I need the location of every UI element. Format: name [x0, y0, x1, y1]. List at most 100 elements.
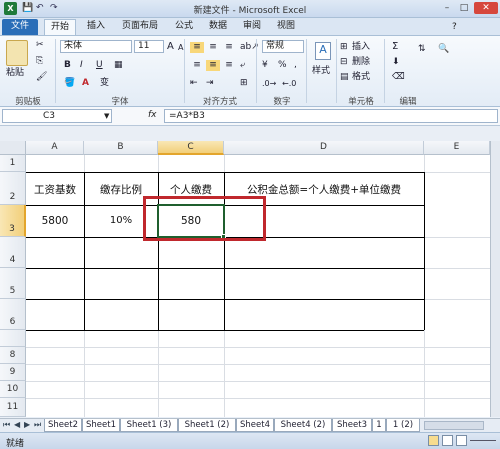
autosum-button[interactable]: Σ	[392, 41, 398, 52]
fill-color-icon[interactable]: 🪣	[64, 78, 75, 89]
tab-insert[interactable]: 插入	[82, 19, 110, 35]
zoom-slider[interactable]	[470, 440, 496, 441]
formula-input[interactable]: =A3*B3	[164, 109, 498, 123]
column-header-c[interactable]: C	[158, 141, 224, 155]
redo-icon[interactable]: ↷	[50, 3, 58, 13]
merge-center-icon[interactable]: ⊞	[240, 78, 248, 89]
cell-b2[interactable]: 缴存比例	[84, 182, 158, 197]
select-all-corner[interactable]	[0, 141, 26, 155]
sheet-tab[interactable]: Sheet3	[332, 419, 372, 432]
format-painter-icon[interactable]: 🖌	[36, 72, 47, 83]
copy-icon[interactable]: ⎘	[36, 56, 43, 67]
prev-sheet-icon[interactable]: ◀	[14, 420, 20, 429]
cell-a2[interactable]: 工资基数	[26, 182, 84, 197]
column-header-d[interactable]: D	[224, 141, 424, 155]
decrease-decimal-icon[interactable]: ←.0	[282, 78, 296, 89]
tab-home[interactable]: 开始	[44, 19, 76, 35]
align-bottom-icon[interactable]: ≡	[222, 42, 236, 53]
tab-formulas[interactable]: 公式	[170, 19, 198, 35]
row-header-10[interactable]: 10	[0, 381, 26, 398]
page-layout-view-icon[interactable]	[442, 435, 453, 446]
phonetic-icon[interactable]: 变	[100, 78, 109, 89]
undo-icon[interactable]: ↶	[36, 3, 44, 13]
column-header-e[interactable]: E	[424, 141, 490, 155]
insert-cells-icon[interactable]: ⊞	[340, 42, 348, 53]
row-header-11[interactable]: 11	[0, 398, 26, 417]
italic-button[interactable]: I	[80, 60, 83, 71]
font-name-select[interactable]: 宋体	[60, 40, 132, 53]
row-header-2[interactable]: 2	[0, 172, 26, 205]
minimize-button[interactable]: –	[440, 2, 454, 14]
find-select-icon[interactable]: 🔍	[438, 44, 449, 55]
sheet-tab[interactable]: Sheet2	[44, 419, 82, 432]
column-header-b[interactable]: B	[84, 141, 158, 155]
first-sheet-icon[interactable]: ⏮	[3, 420, 10, 430]
bold-button[interactable]: B	[64, 60, 71, 71]
paste-button[interactable]: 粘贴	[6, 68, 24, 79]
number-format-select[interactable]: 常规	[262, 40, 304, 53]
shrink-font-button[interactable]: A	[178, 42, 183, 53]
format-cells-button[interactable]: 格式	[352, 72, 370, 83]
cell-c2[interactable]: 个人缴费	[158, 182, 224, 197]
last-sheet-icon[interactable]: ⏭	[34, 420, 41, 430]
tab-file[interactable]: 文件	[2, 19, 38, 35]
close-button[interactable]: ✕	[474, 2, 498, 14]
sheet-tab[interactable]: Sheet4	[236, 419, 274, 432]
sheet-tab[interactable]: Sheet1	[82, 419, 120, 432]
delete-cells-button[interactable]: 删除	[352, 57, 370, 68]
column-header-a[interactable]: A	[26, 141, 84, 155]
align-middle-icon[interactable]: ≡	[206, 42, 220, 53]
sheet-tab[interactable]: Sheet1 (3)	[120, 419, 178, 432]
font-size-select[interactable]: 11	[134, 40, 164, 53]
fx-icon[interactable]: fx	[148, 110, 157, 120]
tab-review[interactable]: 审阅	[238, 19, 266, 35]
border-icon[interactable]: ▦	[114, 60, 123, 71]
fill-icon[interactable]: ⬇	[392, 57, 400, 68]
sheet-tab[interactable]: 1 (2)	[386, 419, 420, 432]
paste-icon[interactable]	[6, 40, 28, 66]
comma-button[interactable]: ,	[294, 60, 297, 71]
insert-cells-button[interactable]: 插入	[352, 42, 370, 53]
increase-decimal-icon[interactable]: .0→	[262, 78, 276, 89]
row-header-4[interactable]: 4	[0, 237, 26, 268]
clear-icon[interactable]: ⌫	[392, 72, 405, 83]
row-header-1[interactable]: 1	[0, 155, 26, 172]
cell-d2[interactable]: 公积金总额=个人缴费+单位缴费	[224, 182, 424, 197]
styles-button[interactable]: 样式	[312, 66, 330, 77]
chevron-down-icon[interactable]: ▼	[104, 112, 109, 120]
underline-button[interactable]: U	[96, 60, 103, 71]
name-box[interactable]: C3	[2, 109, 112, 123]
row-header-6[interactable]: 6	[0, 299, 26, 330]
maximize-button[interactable]: □	[457, 2, 471, 14]
sheet-tab[interactable]: 1	[372, 419, 386, 432]
row-header-5[interactable]: 5	[0, 268, 26, 299]
vertical-scrollbar[interactable]	[490, 141, 500, 417]
row-header-8[interactable]: 8	[0, 347, 26, 364]
row-header-9[interactable]: 9	[0, 364, 26, 381]
help-icon[interactable]: ?	[452, 22, 457, 32]
normal-view-icon[interactable]	[428, 435, 439, 446]
sort-filter-icon[interactable]: ⇅	[418, 44, 426, 55]
excel-app-icon[interactable]: X	[4, 2, 17, 15]
horizontal-scrollbar[interactable]	[424, 421, 484, 430]
cut-icon[interactable]: ✂	[36, 40, 44, 51]
wrap-text-icon[interactable]: ⤶	[240, 60, 245, 71]
align-right-icon[interactable]: ≡	[222, 60, 236, 71]
sheet-tab[interactable]: Sheet1 (2)	[178, 419, 236, 432]
save-icon[interactable]: 💾	[22, 3, 33, 13]
row-header-7[interactable]: 7	[0, 330, 26, 358]
font-color-icon[interactable]: A	[82, 78, 89, 89]
delete-cells-icon[interactable]: ⊟	[340, 57, 348, 68]
decrease-indent-icon[interactable]: ⇤	[190, 78, 198, 89]
align-top-icon[interactable]: ≡	[190, 42, 204, 53]
page-break-view-icon[interactable]	[456, 435, 467, 446]
align-center-icon[interactable]: ≡	[206, 60, 220, 71]
increase-indent-icon[interactable]: ⇥	[206, 78, 214, 89]
grow-font-button[interactable]: A	[167, 41, 174, 52]
tab-view[interactable]: 视图	[272, 19, 300, 35]
currency-button[interactable]: ¥	[262, 60, 268, 71]
tab-data[interactable]: 数据	[204, 19, 232, 35]
row-header-3[interactable]: 3	[0, 205, 26, 237]
format-cells-icon[interactable]: ▤	[340, 72, 349, 83]
sheet-tab[interactable]: Sheet4 (2)	[274, 419, 332, 432]
